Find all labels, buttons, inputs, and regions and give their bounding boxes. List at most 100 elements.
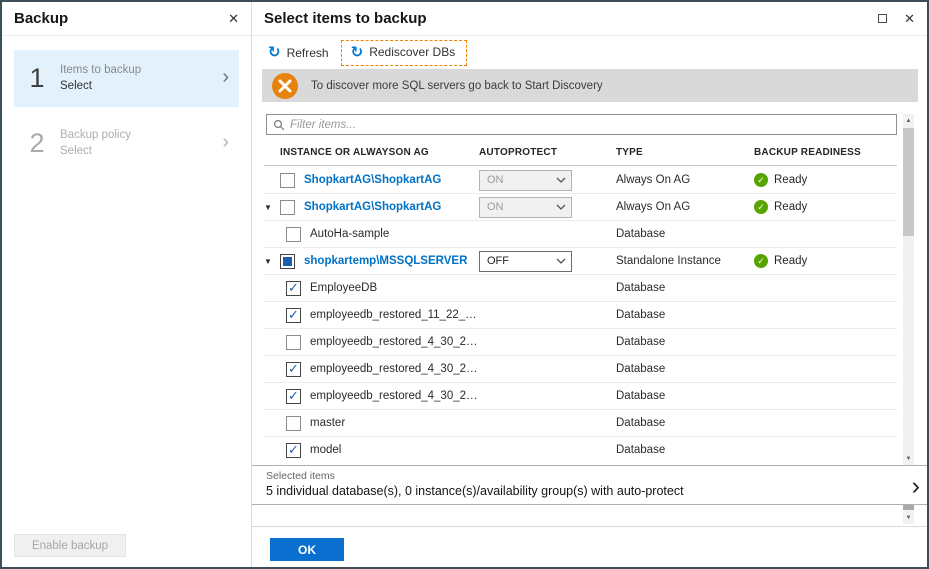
row-name: employeedb_restored_11_22_2017_2125 <box>310 309 479 321</box>
row-type: Always On AG <box>616 174 691 186</box>
scroll-down-arrow-icon[interactable]: ▼ <box>903 452 914 465</box>
row-name: employeedb_restored_4_30_2018_2310 <box>310 336 479 348</box>
row-type: Database <box>616 336 666 348</box>
autoprotect-dropdown[interactable]: OFF <box>479 250 572 272</box>
autoprotect-value: OFF <box>487 255 509 267</box>
autoprotect-dropdown[interactable]: ON <box>479 169 572 191</box>
chevron-down-icon <box>551 177 571 183</box>
select-items-blade: Select items to backup ✕ ↻ Refresh ↻ Red… <box>252 2 927 567</box>
row-checkbox[interactable] <box>286 415 301 431</box>
name-cell: ▼ EmployeeDB <box>264 280 479 296</box>
name-cell: ▼ AutoHa-sample <box>264 226 479 242</box>
row-checkbox[interactable] <box>286 442 301 458</box>
step-backup-policy[interactable]: 2 Backup policy Select › <box>14 115 239 172</box>
row-checkbox[interactable] <box>286 334 301 350</box>
table-row: ▼ employeedb_restored_11_22_2017_2125 Da… <box>264 302 897 329</box>
readiness-cell: ✓ <box>754 227 897 241</box>
row-checkbox[interactable] <box>280 253 295 269</box>
table-vertical-scrollbar[interactable]: ▲ ▼ <box>903 114 914 465</box>
step-sublabel: Select <box>60 79 92 92</box>
rediscover-dbs-button[interactable]: ↻ Rediscover DBs <box>340 39 468 66</box>
row-checkbox[interactable] <box>286 226 301 242</box>
row-name: model <box>310 444 342 456</box>
filter-items-input[interactable] <box>290 118 890 131</box>
readiness-cell: ✓ <box>754 443 897 457</box>
step-items-to-backup[interactable]: 1 Items to backup Select › <box>14 50 239 107</box>
row-name[interactable]: ShopkartAG\ShopkartAG <box>304 201 441 213</box>
row-type: Database <box>616 417 666 429</box>
filter-box <box>266 114 897 135</box>
row-checkbox[interactable] <box>286 388 301 404</box>
rediscover-icon: ↻ <box>350 43 364 61</box>
readiness-cell: ✓ Ready <box>754 254 897 268</box>
maximize-icon[interactable] <box>878 14 888 23</box>
table-body: ▼ ShopkartAG\ShopkartAG ON Always On AG … <box>264 167 897 461</box>
autoprotect-value: ON <box>487 201 504 213</box>
chevron-right-icon: › <box>911 472 920 500</box>
backup-readiness: ✓ Ready <box>754 254 897 268</box>
row-type: Database <box>616 282 666 294</box>
chevron-right-icon: › <box>222 65 229 88</box>
readiness-cell: ✓ <box>754 281 897 295</box>
readiness-cell: ✓ <box>754 389 897 403</box>
readiness-cell: ✓ Ready <box>754 200 897 214</box>
row-checkbox[interactable] <box>280 172 295 188</box>
refresh-label: Refresh <box>286 45 329 60</box>
search-icon <box>273 119 285 130</box>
selected-items-panel[interactable]: Selected items 5 individual database(s),… <box>252 465 927 505</box>
scrollbar-thumb[interactable] <box>903 505 914 510</box>
expand-arrow-icon[interactable]: ▼ <box>264 257 280 266</box>
row-name: master <box>310 417 346 429</box>
toolbar: ↻ Refresh ↻ Rediscover DBs <box>252 36 927 69</box>
selected-items-label: Selected items <box>266 470 335 482</box>
row-checkbox[interactable] <box>286 280 301 296</box>
ready-check-icon: ✓ <box>754 254 768 268</box>
row-name: employeedb_restored_4_30_2018_2356 <box>310 390 479 402</box>
close-icon[interactable]: ✕ <box>228 12 239 25</box>
row-type: Database <box>616 309 666 321</box>
name-cell: ▼ employeedb_restored_4_30_2018_2310 <box>264 334 479 350</box>
table-row: ▼ ShopkartAG\ShopkartAG ON Always On AG … <box>264 167 897 194</box>
close-icon[interactable]: ✕ <box>904 12 915 25</box>
table-header-row: INSTANCE OR ALWAYSON AG AUTOPROTECT TYPE… <box>264 140 897 166</box>
banner-text: To discover more SQL servers go back to … <box>311 79 603 92</box>
row-type: Database <box>616 390 666 402</box>
table-row: ▼ shopkartemp\MSSQLSERVER OFF Standalone… <box>264 248 897 275</box>
ready-check-icon: ✓ <box>754 200 768 214</box>
column-header-type: TYPE <box>616 147 643 158</box>
backup-readiness: ✓ Ready <box>754 200 897 214</box>
name-cell: ▼ master <box>264 415 479 431</box>
name-cell: ▼ employeedb_restored_4_30_2018_231 <box>264 361 479 377</box>
ready-label: Ready <box>774 255 808 267</box>
autoprotect-cell: ON <box>479 196 616 218</box>
blade-scrollbar[interactable]: ▼ <box>903 505 914 524</box>
ready-label: Ready <box>774 174 808 186</box>
readiness-cell: ✓ <box>754 335 897 349</box>
refresh-button[interactable]: ↻ Refresh <box>268 45 329 60</box>
expand-arrow-icon[interactable]: ▼ <box>264 203 280 212</box>
chevron-down-icon <box>551 204 571 210</box>
row-checkbox[interactable] <box>286 361 301 377</box>
row-name: EmployeeDB <box>310 282 378 294</box>
enable-backup-button[interactable]: Enable backup <box>14 534 126 557</box>
autoprotect-cell: OFF <box>479 250 616 272</box>
scrollbar-thumb[interactable] <box>903 128 914 236</box>
scroll-up-arrow-icon[interactable]: ▲ <box>903 114 914 127</box>
row-type: Database <box>616 228 666 240</box>
table-row: ▼ AutoHa-sample Database ✓ <box>264 221 897 248</box>
discovery-info-banner: To discover more SQL servers go back to … <box>262 69 918 102</box>
scroll-down-arrow-icon[interactable]: ▼ <box>903 511 914 524</box>
ready-label: Ready <box>774 201 808 213</box>
row-checkbox[interactable] <box>280 199 295 215</box>
name-cell: ▼ model <box>264 442 479 458</box>
row-checkbox[interactable] <box>286 307 301 323</box>
readiness-cell: ✓ <box>754 362 897 376</box>
ok-button[interactable]: OK <box>270 538 344 561</box>
row-name[interactable]: ShopkartAG\ShopkartAG <box>304 174 441 186</box>
row-name[interactable]: shopkartemp\MSSQLSERVER <box>304 255 467 267</box>
table-row: ▼ employeedb_restored_4_30_2018_2356 Dat… <box>264 383 897 410</box>
backup-blade-title: Backup <box>14 10 69 27</box>
select-items-blade-title: Select items to backup <box>264 10 427 27</box>
row-type: Always On AG <box>616 201 691 213</box>
autoprotect-dropdown[interactable]: ON <box>479 196 572 218</box>
